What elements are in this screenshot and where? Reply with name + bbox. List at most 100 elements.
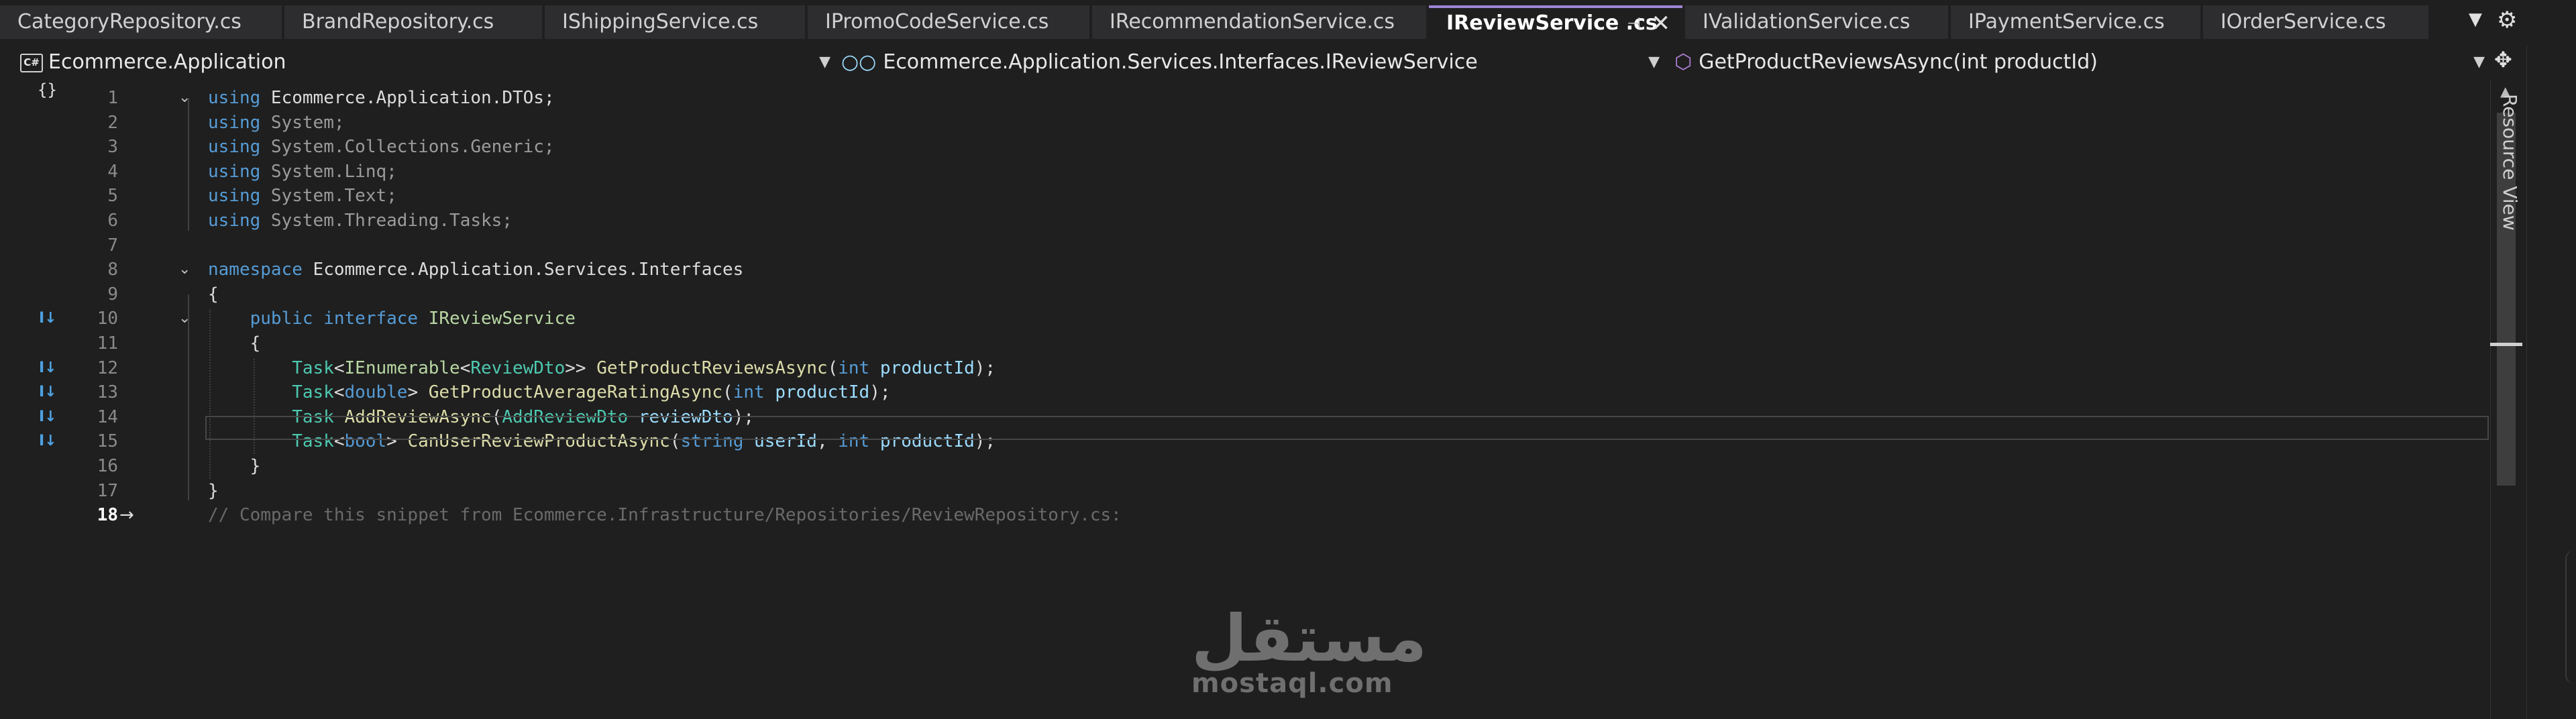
chevron-down-icon: ▼ [819,54,830,70]
code-token: using [208,161,261,182]
implementation-glyph-icon[interactable]: I↓ [39,380,57,404]
code-token: ( [827,357,839,378]
tab-category-repository[interactable]: CategoryRepository.cs [0,5,282,39]
project-name: Ecommerce.Application [48,50,286,74]
code-token: < [333,357,345,378]
code-line[interactable]: 17} [0,479,2490,503]
indent-guide [188,294,189,501]
code-token: using [208,112,261,133]
code-line[interactable]: I↓ 13 Task<double> GetProductAverageRatin… [0,380,2490,404]
code-line[interactable]: I↓ 10 ⌄ public interface IReviewService [0,307,2490,331]
chevron-down-icon: ▼ [1648,54,1660,70]
line-number: 13 [97,382,118,403]
code-text: namespace Ecommerce.Application.Services… [208,258,743,282]
code-token: Task [292,382,334,403]
implementation-glyph-icon[interactable]: I↓ [39,307,57,331]
tab-label: IValidationService.cs [1703,10,1911,34]
line-number: 17 [97,480,118,501]
code-text: // Compare this snippet from Ecommerce.I… [208,503,1122,527]
tab-ishipping-service[interactable]: IShippingService.cs [545,5,805,39]
code-token: GetProductAverageRatingAsync [428,382,723,403]
code-text: using System; [208,111,345,135]
member-dropdown[interactable]: ⬡ GetProductReviewsAsync(int productId) ▼ [1672,48,2489,76]
code-line[interactable]: I↓ 12 Task<IEnumerable<ReviewDto>> GetPro… [0,356,2490,380]
code-line[interactable]: 16 } [0,454,2490,478]
code-token: < [460,357,471,378]
code-token: ); [974,357,996,378]
type-dropdown[interactable]: ○○ Ecommerce.Application.Services.Interfa… [841,48,1664,76]
close-icon[interactable]: ✕ [1652,8,1671,39]
code-token: ; [543,88,555,108]
tab-irecommendation-service[interactable]: IRecommendationService.cs [1092,5,1426,39]
tab-brand-repository[interactable]: BrandRepository.cs [284,5,542,39]
tab-ireview-service[interactable]: IReviewService .cs ⊣ ✕ [1429,5,1682,39]
code-line[interactable]: 3 using System.Collections.Generic; [0,135,2490,159]
implementation-glyph-icon[interactable]: I↓ [39,356,57,380]
project-dropdown[interactable]: C# Ecommerce.Application ▼ [0,48,835,76]
code-token: } [208,456,261,476]
line-number: 7 [107,235,118,256]
code-line[interactable]: 6 using System.Threading.Tasks; [0,209,2490,233]
current-line-arrow-icon: → [119,505,134,526]
code-token: public [250,309,313,329]
code-line[interactable]: 8 ⌄ namespace Ecommerce.Application.Servic… [0,258,2490,282]
code-line[interactable]: 11 { [0,331,2490,355]
line-number: 18 [97,505,118,526]
split-editor-icon[interactable]: ✥ [2494,47,2512,72]
tab-label: IPaymentService.cs [1968,10,2165,34]
line-number: 12 [97,357,118,378]
tab-overflow-icon[interactable]: ▼ [2469,9,2482,30]
tab-label: IPromoCodeService.cs [825,10,1049,34]
code-line[interactable]: 4 using System.Linq; [0,160,2490,184]
code-token: ReviewDto [470,357,566,378]
gear-icon[interactable]: ⚙ [2497,7,2517,34]
code-line[interactable]: 2 using System; [0,111,2490,135]
code-token: Task [292,357,334,378]
line-number: 4 [107,161,118,182]
line-number: 11 [97,333,118,353]
document-tab-bar: CategoryRepository.cs BrandRepository.cs… [0,0,2576,46]
tab-ivalidation-service[interactable]: IValidationService.cs [1685,5,1948,39]
tab-label: BrandRepository.cs [302,10,494,34]
implementation-glyph-icon[interactable]: I↓ [39,429,57,453]
tab-label: CategoryRepository.cs [17,10,241,34]
code-token: { [208,284,219,305]
code-token: } [208,480,219,501]
line-number: 15 [97,431,118,452]
code-line[interactable]: 1 ⌄ using Ecommerce.Application.DTOs; [0,86,2490,110]
tab-ipayment-service[interactable]: IPaymentService.cs [1951,5,2200,39]
code-line[interactable]: 7 [0,233,2490,258]
csharp-project-icon: C# [20,53,43,72]
code-token: int [733,382,765,403]
code-text: using System.Collections.Generic; [208,135,555,159]
code-text: { [208,331,261,355]
tab-iorder-service[interactable]: IOrderService.cs [2203,5,2428,39]
code-token: interface [323,309,419,329]
code-token: { [208,333,261,353]
resource-view-tab[interactable]: Resource View [2499,94,2521,231]
tab-label: IOrderService.cs [2220,10,2386,34]
code-token: Ecommerce.Application.Services.Interface… [302,260,744,280]
code-token: > [407,382,429,403]
implementation-glyph-icon[interactable]: I↓ [39,405,57,429]
code-token: productId [775,382,870,403]
code-token: IEnumerable [344,357,460,378]
line-number: 14 [97,406,118,427]
panel-handle[interactable] [2565,550,2576,684]
code-line[interactable]: 5 using System.Text; [0,184,2490,208]
current-line-highlight [205,416,2489,440]
code-line[interactable]: 18 → // Compare this snippet from Ecommerc… [0,503,2490,527]
tab-ipromocode-service[interactable]: IPromoCodeService.cs [808,5,1089,39]
code-text: public interface IReviewService [208,307,576,331]
code-token: // Compare this snippet from Ecommerce.I… [208,505,1122,526]
fold-chevron-icon[interactable]: ⌄ [178,258,191,282]
indent-guide [209,309,211,479]
navigation-bar: C# Ecommerce.Application ▼ ○○ Ecommerce.Ap… [0,46,2490,80]
code-token: ( [722,382,733,403]
code-line[interactable]: 9{ [0,282,2490,307]
pin-icon[interactable]: ⊣ [1627,8,1641,39]
